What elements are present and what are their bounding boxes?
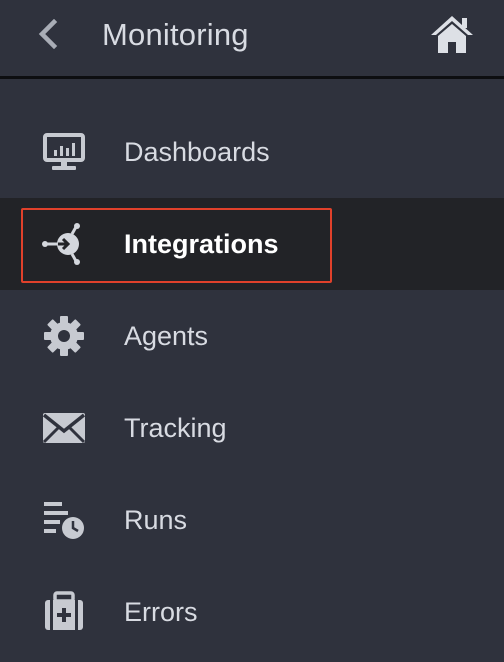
sidebar-item-runs[interactable]: Runs bbox=[0, 474, 504, 566]
sidebar-item-label: Errors bbox=[124, 596, 198, 627]
monitor-chart-icon bbox=[40, 128, 88, 176]
envelope-icon bbox=[40, 404, 88, 452]
chevron-left-icon bbox=[38, 19, 58, 49]
sidebar-item-label: Runs bbox=[124, 504, 188, 535]
sidebar-item-label: Tracking bbox=[124, 412, 227, 443]
sidebar-item-dashboards[interactable]: Dashboards bbox=[0, 106, 504, 198]
header-divider bbox=[0, 76, 504, 79]
home-icon bbox=[431, 16, 473, 53]
list-clock-icon bbox=[40, 496, 88, 544]
integrations-icon bbox=[40, 220, 88, 268]
home-button[interactable] bbox=[428, 13, 476, 55]
back-button[interactable] bbox=[30, 14, 66, 54]
sidebar-header: Monitoring bbox=[0, 0, 504, 76]
sidebar-item-integrations[interactable]: Integrations bbox=[0, 198, 504, 290]
page-title: Monitoring bbox=[102, 17, 249, 52]
sidebar-item-tracking[interactable]: Tracking bbox=[0, 382, 504, 474]
sidebar-panel: Monitoring Dashboards Integrations Agent… bbox=[0, 0, 504, 662]
gear-icon bbox=[40, 312, 88, 360]
sidebar-nav: Dashboards Integrations Agents Tracking … bbox=[0, 106, 504, 658]
sidebar-item-errors[interactable]: Errors bbox=[0, 566, 504, 658]
sidebar-item-label: Agents bbox=[124, 320, 209, 351]
sidebar-item-label: Integrations bbox=[124, 228, 279, 259]
sidebar-item-agents[interactable]: Agents bbox=[0, 290, 504, 382]
sidebar-item-label: Dashboards bbox=[124, 136, 270, 167]
first-aid-kit-icon bbox=[40, 588, 88, 636]
